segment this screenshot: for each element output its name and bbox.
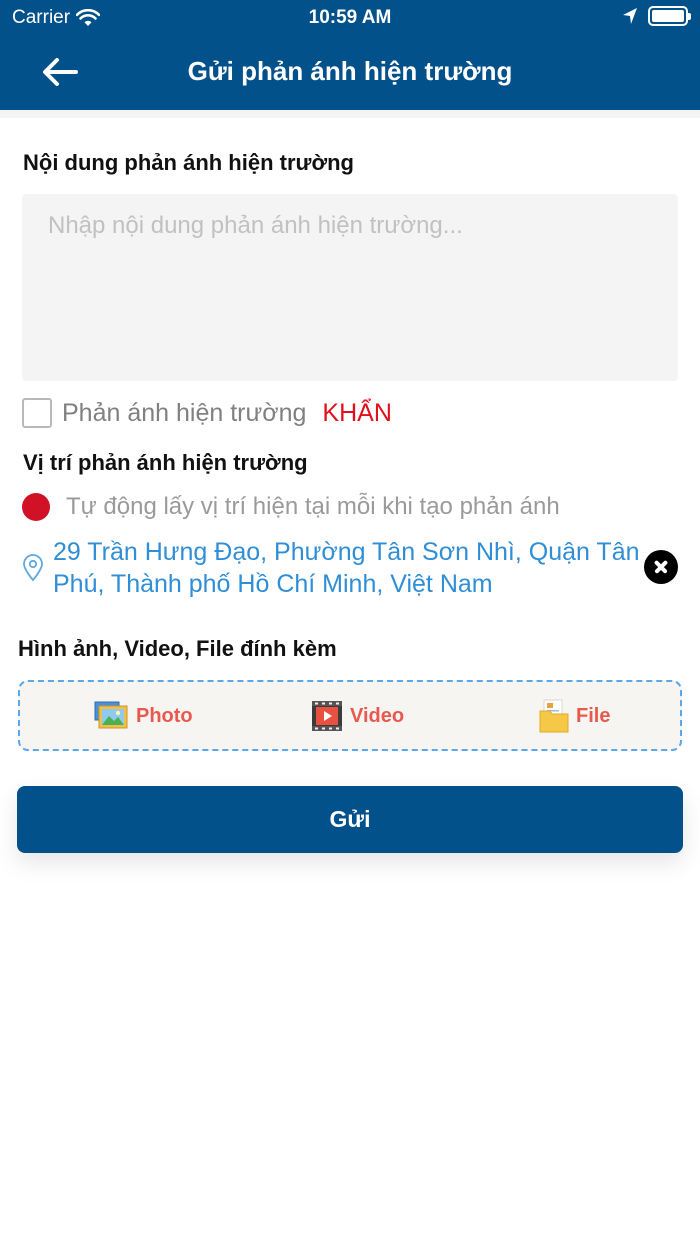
- content-section-title: Nội dung phản ánh hiện trường: [23, 150, 354, 175]
- photo-button[interactable]: Photo: [94, 698, 193, 734]
- page-title: Gửi phản ánh hiện trường: [187, 56, 513, 86]
- attachments-section-title: Hình ảnh, Video, File đính kèm: [18, 636, 337, 661]
- attachment-box: Photo Video File: [18, 680, 682, 751]
- address-text[interactable]: 29 Trần Hưng Đạo, Phường Tân Sơn Nhì, Qu…: [53, 536, 643, 600]
- urgent-label: KHẨN: [322, 398, 392, 427]
- map-pin-icon: [23, 554, 43, 582]
- clock: 10:59 AM: [308, 7, 392, 28]
- urgent-checkbox[interactable]: [22, 398, 52, 428]
- status-indicators: [622, 6, 691, 26]
- photo-label: Photo: [136, 704, 193, 727]
- urgent-checkbox-row[interactable]: Phản ánh hiện trường KHẨN: [22, 398, 392, 428]
- content-input[interactable]: [22, 194, 678, 381]
- status-bar: Carrier 10:59 AM: [0, 0, 700, 36]
- file-label: File: [576, 704, 611, 727]
- folder-icon: [539, 699, 569, 733]
- location-section-title: Vị trí phản ánh hiện trường: [23, 450, 308, 475]
- battery-icon: [648, 6, 691, 26]
- video-label: Video: [350, 704, 405, 727]
- clear-address-button[interactable]: [644, 550, 678, 584]
- file-button[interactable]: File: [538, 698, 610, 734]
- video-icon: [312, 701, 342, 731]
- urgent-checkbox-label: Phản ánh hiện trường: [62, 398, 307, 427]
- app-header: Carrier 10:59 AM Gửi phản ánh hiện trườn…: [0, 0, 700, 110]
- auto-location-toggle[interactable]: [22, 493, 50, 521]
- auto-location-row[interactable]: Tự động lấy vị trí hiện tại mỗi khi tạo …: [22, 493, 560, 521]
- header-divider: [0, 110, 700, 118]
- video-button[interactable]: Video: [310, 698, 404, 734]
- photo-icon: [94, 701, 128, 729]
- submit-button[interactable]: Gửi: [17, 786, 683, 853]
- auto-location-label: Tự động lấy vị trí hiện tại mỗi khi tạo …: [66, 493, 560, 520]
- location-arrow-icon: [623, 8, 637, 24]
